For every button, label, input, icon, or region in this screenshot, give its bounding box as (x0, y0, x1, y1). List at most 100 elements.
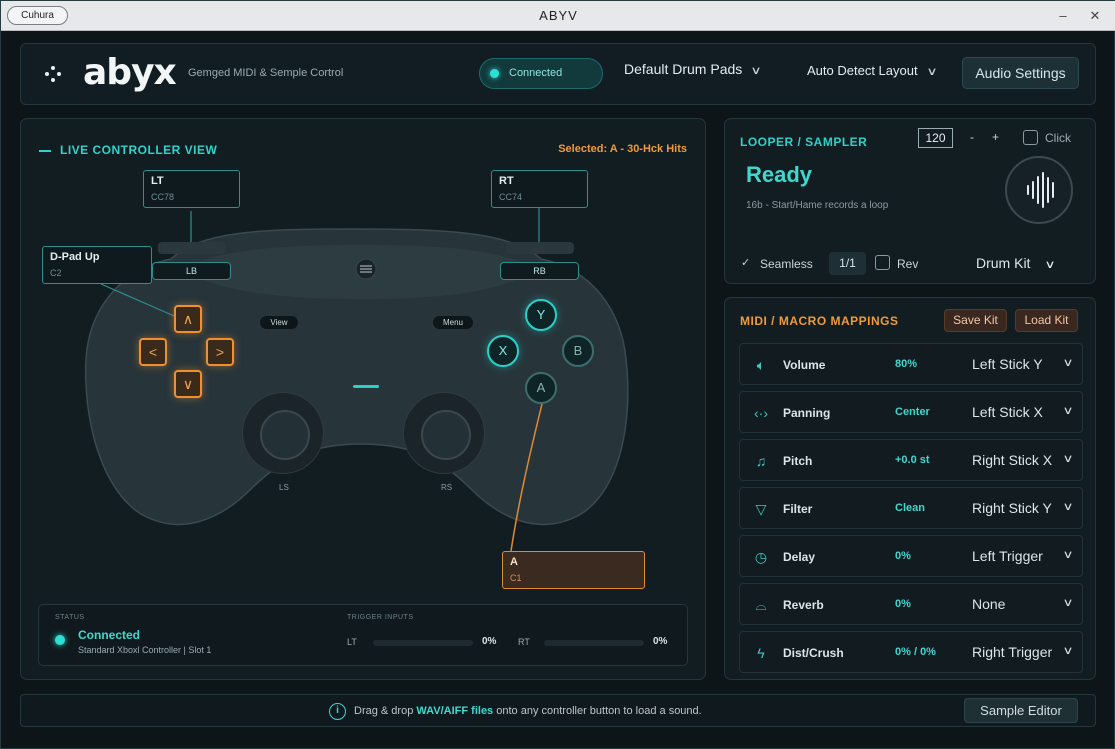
waveform-icon[interactable] (1005, 156, 1073, 224)
rt-callout-cc: CC74 (499, 192, 523, 202)
bpm-decrease-button[interactable]: - (970, 130, 974, 144)
mapping-value: 0% (895, 550, 911, 562)
menu-button[interactable]: Menu (433, 316, 473, 329)
dpad-up-button[interactable]: ∧ (174, 305, 202, 333)
audio-settings-button[interactable]: Audio Settings (962, 57, 1079, 89)
kit-dropdown-label: Drum Kit (976, 255, 1031, 271)
a-callout[interactable]: A C1 (502, 551, 645, 589)
crush-icon: ϟ (757, 645, 765, 661)
layout-dropdown[interactable]: Auto Detect Layout ∨ (807, 63, 938, 78)
lt-callout-name: LT (151, 175, 164, 187)
rev-label: Rev (897, 257, 919, 271)
mapping-target-dropdown[interactable]: Right Stick Y (972, 500, 1052, 516)
sample-editor-button[interactable]: Sample Editor (964, 698, 1078, 723)
drum-pads-dropdown-label: Default Drum Pads (624, 61, 743, 77)
y-button[interactable]: Y (525, 299, 557, 331)
panning-icon: ‹·› (754, 405, 768, 421)
chevron-down-icon: ∨ (925, 66, 938, 78)
lt-callout[interactable]: LT CC78 (143, 170, 240, 208)
chevron-down-icon: ∨ (1062, 645, 1074, 657)
dpad-up-callout-name: D-Pad Up (50, 251, 100, 263)
header-bar: abyx Gemged MIDI & Semple Cortrol Connec… (20, 43, 1096, 105)
live-controller-panel: LIVE CONTROLLER VIEW Selected: A - 30-Hc… (20, 118, 706, 680)
chevron-down-icon: ∨ (750, 65, 762, 77)
x-button[interactable]: X (487, 335, 519, 367)
rb-bumper[interactable]: RB (500, 262, 579, 280)
mapping-value: +0.0 st (895, 454, 930, 466)
load-kit-button[interactable]: Load Kit (1015, 309, 1078, 332)
bpm-input[interactable]: 120 (918, 128, 953, 148)
mapping-row[interactable]: ♫ Pitch +0.0 st Right Stick X ∨ (739, 439, 1083, 481)
mapping-value: Center (895, 406, 930, 418)
mapping-target-dropdown[interactable]: Right Trigger (972, 644, 1052, 660)
rt-trigger (506, 242, 574, 254)
mapping-name: Delay (783, 550, 816, 564)
lt-input-value: 0% (482, 636, 497, 647)
click-checkbox[interactable] (1023, 130, 1038, 145)
mapping-row[interactable]: ⌓ Reverb 0% None ∨ (739, 583, 1083, 625)
reverb-icon: ⌓ (755, 597, 767, 613)
chevron-down-icon: ∨ (1062, 597, 1074, 609)
midi-mappings-panel: MIDI / MACRO MAPPINGS Save Kit Load Kit … (724, 297, 1096, 680)
center-light (353, 385, 379, 388)
a-button[interactable]: A (525, 372, 557, 404)
logo-mark-icon (45, 66, 61, 82)
status-box: STATUS Connected Standard Xboxl Controll… (38, 604, 688, 666)
dpad-left-button[interactable]: < (139, 338, 167, 366)
looper-hint: 16b - Start/Hame records a loop (746, 200, 889, 211)
connection-status-pill[interactable]: Connected (479, 58, 603, 89)
mapping-target-dropdown[interactable]: Right Stick X (972, 452, 1052, 468)
dpad-down-button[interactable]: ∨ (174, 370, 202, 398)
rev-checkbox[interactable] (875, 255, 890, 270)
kit-dropdown[interactable]: Drum Kit ∨ (976, 255, 1057, 271)
filter-icon: ▽ (755, 501, 767, 517)
bpm-increase-button[interactable]: + (992, 130, 999, 144)
rt-input-value: 0% (653, 636, 668, 647)
mapping-target-dropdown[interactable]: Left Trigger (972, 548, 1043, 564)
mapping-row[interactable]: ◷ Delay 0% Left Trigger ∨ (739, 535, 1083, 577)
left-stick[interactable] (242, 392, 324, 474)
left-stick-label: LS (279, 483, 289, 492)
status-dot-icon (490, 69, 499, 78)
right-stick[interactable] (403, 392, 485, 474)
chevron-down-icon: ∨ (1062, 549, 1074, 561)
a-callout-name: A (510, 556, 518, 568)
lt-input-bar (373, 640, 473, 646)
mapping-row[interactable]: ▽ Filter Clean Right Stick Y ∨ (739, 487, 1083, 529)
mapping-target-dropdown[interactable]: Left Stick X (972, 404, 1043, 420)
close-icon[interactable]: ✕ (1086, 7, 1104, 25)
mapping-target-dropdown[interactable]: Left Stick Y (972, 356, 1043, 372)
lb-bumper[interactable]: LB (152, 262, 231, 280)
seamless-check-icon[interactable]: ✓ (741, 256, 750, 269)
rt-callout-name: RT (499, 175, 514, 187)
app-window: Cuhura ABYV – ✕ abyx Gemged MIDI & Sempl… (0, 0, 1115, 749)
lt-trigger (158, 242, 226, 254)
dpad-right-button[interactable]: > (206, 338, 234, 366)
chevron-down-icon: ∨ (1062, 501, 1074, 513)
minimize-icon[interactable]: – (1054, 7, 1072, 25)
lt-callout-cc: CC78 (151, 192, 175, 202)
b-button[interactable]: B (562, 335, 594, 367)
hint-text: Drag & drop (354, 705, 417, 717)
drum-pads-dropdown[interactable]: Default Drum Pads ∨ (624, 61, 762, 77)
rt-input-bar (544, 640, 644, 646)
rt-callout[interactable]: RT CC74 (491, 170, 588, 208)
trigger-inputs-header: TRIGGER INPUTS (347, 614, 414, 621)
status-detail: Standard Xboxl Controller | Slot 1 (78, 645, 212, 655)
window-title: ABYV (539, 8, 578, 23)
dpad-up-callout[interactable]: D-Pad Up C2 (42, 246, 152, 284)
mapping-value: Clean (895, 502, 925, 514)
view-button[interactable]: View (260, 316, 298, 329)
controller-graphic (84, 207, 629, 552)
save-kit-button[interactable]: Save Kit (944, 309, 1007, 332)
mapping-target-dropdown[interactable]: None (972, 596, 1005, 612)
app-tagline: Gemged MIDI & Semple Cortrol (188, 67, 344, 79)
mapping-row[interactable]: ϟ Dist/Crush 0% / 0% Right Trigger ∨ (739, 631, 1083, 673)
loop-ratio-button[interactable]: 1/1 (829, 252, 866, 275)
delay-icon: ◷ (754, 549, 768, 565)
mapping-row[interactable]: 🔈︎ Volume 80% Left Stick Y ∨ (739, 343, 1083, 385)
mapping-row[interactable]: ‹·› Panning Center Left Stick X ∨ (739, 391, 1083, 433)
mapping-name: Filter (783, 502, 813, 516)
chevron-down-icon: ∨ (1044, 259, 1057, 271)
title-bar: Cuhura ABYV – ✕ (1, 1, 1115, 31)
